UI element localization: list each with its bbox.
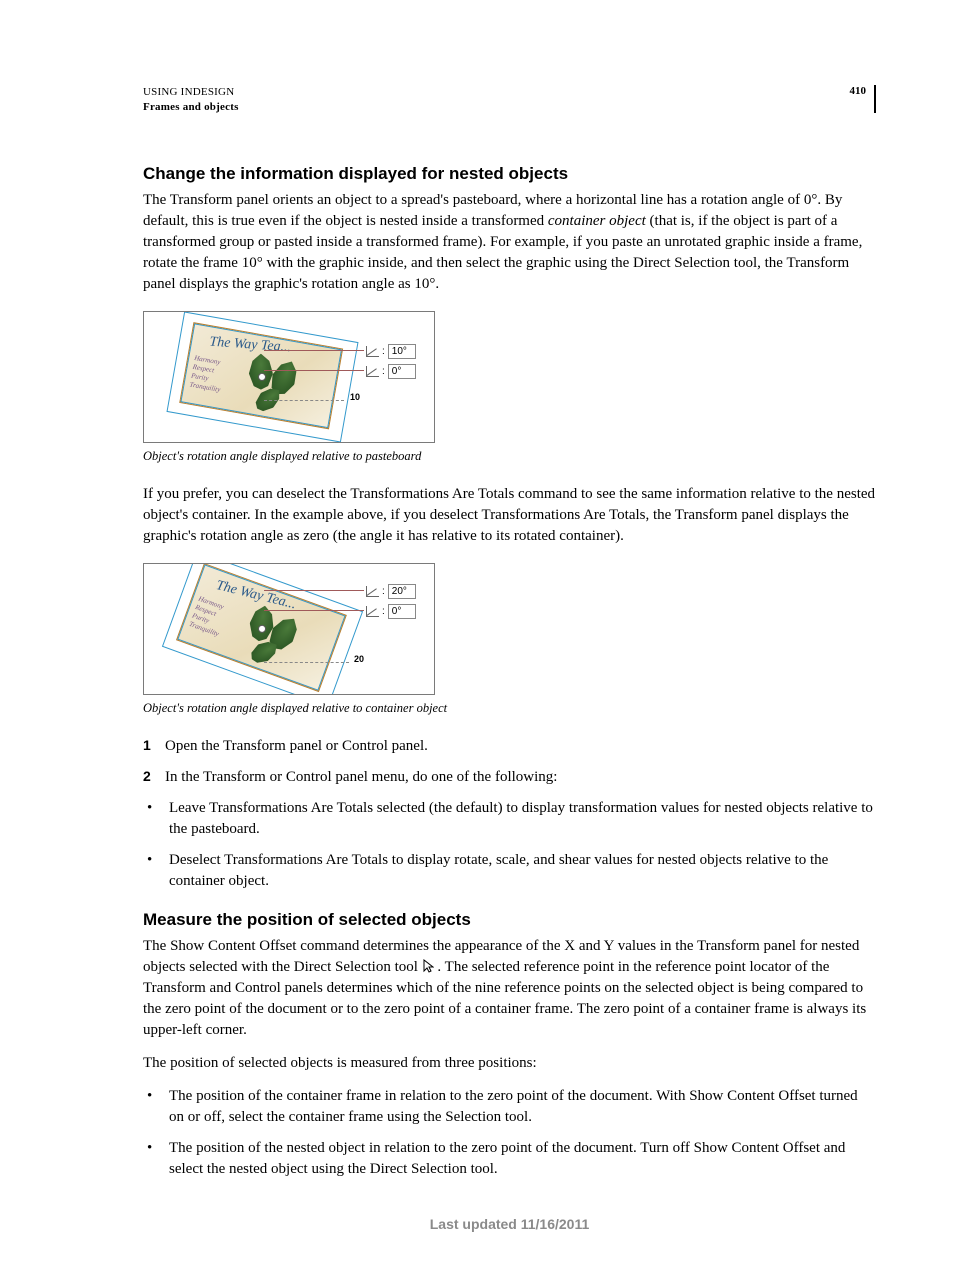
- page-number-block: 410: [850, 85, 877, 113]
- bullets-list-2: The position of the container frame in r…: [143, 1086, 876, 1180]
- angle-icon: [366, 606, 379, 617]
- angle-icon: [366, 366, 379, 377]
- list-item-text: Deselect Transformations Are Totals to d…: [169, 850, 876, 892]
- figure-1: The Way Tea... Harmony Respect Purity Tr…: [143, 311, 876, 464]
- rotation-readout-top: : 10°: [366, 344, 416, 359]
- baseline-dash: [264, 662, 349, 663]
- figure-2: The Way Tea... Harmony Respect Purity Tr…: [143, 563, 876, 716]
- header-running-title: USING INDESIGN: [143, 85, 239, 100]
- figure-1-frame: The Way Tea... Harmony Respect Purity Tr…: [143, 311, 435, 443]
- document-page: USING INDESIGN Frames and objects 410 Ch…: [0, 0, 954, 1272]
- figure-1-caption: Object's rotation angle displayed relati…: [143, 449, 876, 464]
- figure-2-card-words: Harmony Respect Purity Tranquility: [188, 594, 230, 639]
- connector-line: [264, 610, 364, 611]
- list-item: Leave Transformations Are Totals selecte…: [143, 798, 876, 840]
- connector-line: [264, 350, 364, 351]
- step-text: Open the Transform panel or Control pane…: [165, 736, 428, 757]
- list-item: The position of the container frame in r…: [143, 1086, 876, 1128]
- para-nested-intro-italic: container object: [548, 213, 646, 229]
- list-item-text: The position of the container frame in r…: [169, 1086, 876, 1128]
- figure-1-outer-frame: The Way Tea... Harmony Respect Purity Tr…: [166, 311, 358, 442]
- direct-selection-tool-icon: [422, 959, 434, 973]
- header-left: USING INDESIGN Frames and objects: [143, 85, 239, 116]
- step-text: In the Transform or Control panel menu, …: [165, 767, 557, 788]
- rotation-value-top: 20°: [388, 584, 416, 599]
- bullets-list-1: Leave Transformations Are Totals selecte…: [143, 798, 876, 892]
- figure-2-frame: The Way Tea... Harmony Respect Purity Tr…: [143, 563, 435, 695]
- figure-2-outer-frame: The Way Tea... Harmony Respect Purity Tr…: [162, 563, 363, 695]
- para-nested-intro: The Transform panel orients an object to…: [143, 190, 876, 295]
- heading-measure-position: Measure the position of selected objects: [143, 910, 876, 930]
- figure-2-card: The Way Tea... Harmony Respect Purity Tr…: [176, 563, 347, 692]
- page-number-bar: [874, 85, 876, 113]
- angle-label: 20: [354, 654, 364, 664]
- page-number: 410: [850, 85, 875, 113]
- rotation-readout-bottom: : 0°: [366, 364, 416, 379]
- figure-1-card-title: The Way Tea...: [209, 334, 292, 356]
- rotation-readout-bottom: : 0°: [366, 604, 416, 619]
- list-item-text: The position of the nested object in rel…: [169, 1138, 876, 1180]
- figure-1-card: The Way Tea... Harmony Respect Purity Tr…: [179, 322, 343, 429]
- list-item: Deselect Transformations Are Totals to d…: [143, 850, 876, 892]
- header-section-title: Frames and objects: [143, 100, 239, 115]
- rotation-value-bottom: 0°: [388, 364, 416, 379]
- baseline-dash: [264, 400, 344, 401]
- page-header: USING INDESIGN Frames and objects 410: [143, 85, 876, 116]
- leaf-icon: [249, 353, 273, 389]
- list-item-text: Leave Transformations Are Totals selecte…: [169, 798, 876, 840]
- footer-last-updated: Last updated 11/16/2011: [143, 1216, 876, 1232]
- angle-icon: [366, 346, 379, 357]
- step-item: Open the Transform panel or Control pane…: [143, 736, 876, 757]
- para-deselect-totals: If you prefer, you can deselect the Tran…: [143, 484, 876, 547]
- list-item: The position of the nested object in rel…: [143, 1138, 876, 1180]
- figure-2-caption: Object's rotation angle displayed relati…: [143, 701, 876, 716]
- steps-list: Open the Transform panel or Control pane…: [143, 736, 876, 788]
- step-item: In the Transform or Control panel menu, …: [143, 767, 876, 788]
- rotation-value-bottom: 0°: [388, 604, 416, 619]
- figure-1-card-words: Harmony Respect Purity Tranquility: [189, 354, 226, 395]
- angle-label: 10: [350, 392, 360, 402]
- heading-nested-objects: Change the information displayed for nes…: [143, 164, 876, 184]
- angle-icon: [366, 586, 379, 597]
- rotation-value-top: 10°: [388, 344, 416, 359]
- connector-line: [264, 370, 364, 371]
- connector-line: [264, 590, 364, 591]
- para-show-content-offset: The Show Content Offset command determin…: [143, 936, 876, 1041]
- rotation-readout-top: : 20°: [366, 584, 416, 599]
- para-measured-from: The position of selected objects is meas…: [143, 1053, 876, 1074]
